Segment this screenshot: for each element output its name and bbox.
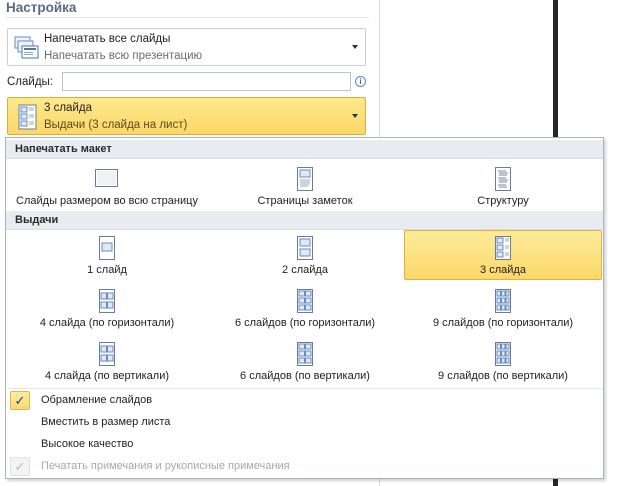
layout-gallery: Напечатать макет Слайды размером во всю … xyxy=(5,137,604,479)
gallery-item-handout-9v[interactable]: 9 слайдов (по вертикали) xyxy=(404,336,602,386)
gallery-item-label: 9 слайдов (по горизонтали) xyxy=(432,317,574,329)
option-label: Печатать примечания и рукописные примеча… xyxy=(41,460,290,472)
gallery-item-label: 9 слайдов (по вертикали) xyxy=(438,370,568,382)
gallery-item-handout-6v[interactable]: 6 слайдов (по вертикали) xyxy=(206,336,404,386)
gallery-item-handout-6h[interactable]: 6 слайдов (по горизонтали) xyxy=(206,283,404,333)
checkmark-icon: ✓ xyxy=(10,391,30,410)
gallery-item-label: 6 слайдов (по горизонтали) xyxy=(234,317,376,329)
chevron-down-icon xyxy=(352,45,358,49)
gallery-item-label: 4 слайда (по вертикали) xyxy=(44,370,170,382)
slides-input[interactable] xyxy=(62,72,351,91)
print-layout-title: 3 слайда xyxy=(44,102,92,114)
handout-6v-icon xyxy=(297,342,313,366)
section-print-layout: Напечатать макет xyxy=(6,140,603,159)
option-print-comments: ✓ Печатать примечания и рукописные приме… xyxy=(8,456,603,477)
option-label: Высокое качество xyxy=(41,438,134,450)
print-layout-subtitle: Выдачи (3 слайда на лист) xyxy=(44,119,188,131)
gallery-item-label: Слайды размером во всю страницу xyxy=(16,195,198,207)
gallery-item-label: 3 слайда xyxy=(480,264,526,276)
handout-6h-icon xyxy=(297,289,313,313)
section-handouts-label: Выдачи xyxy=(15,214,59,226)
info-icon[interactable]: i xyxy=(355,76,366,87)
settings-title: Настройка xyxy=(6,0,77,15)
handout-2-icon xyxy=(297,236,313,260)
option-label: Обрамление слайдов xyxy=(41,394,153,406)
option-scale-to-fit[interactable]: Вместить в размер листа xyxy=(8,412,603,433)
gallery-item-label: 2 слайда xyxy=(282,264,328,276)
print-range-subtitle: Напечатать всю презентацию xyxy=(44,50,203,62)
handout-4h-icon xyxy=(99,289,115,313)
notes-page-icon xyxy=(297,167,313,191)
checkmark-icon: ✓ xyxy=(10,457,30,476)
handout-4v-icon xyxy=(99,342,115,366)
print-layout-dropdown[interactable]: 3 слайда Выдачи (3 слайда на лист) xyxy=(7,97,366,135)
gallery-item-label: Страницы заметок xyxy=(257,195,353,207)
handout-1-icon xyxy=(99,236,115,260)
gallery-item-full-page-slides[interactable]: Слайды размером во всю страницу xyxy=(8,161,206,211)
gallery-item-notes-pages[interactable]: Страницы заметок xyxy=(206,161,404,211)
gallery-item-outline[interactable]: Структуру xyxy=(404,161,602,211)
gallery-item-handout-4h[interactable]: 4 слайда (по горизонтали) xyxy=(8,283,206,333)
gallery-item-handout-1[interactable]: 1 слайд xyxy=(8,230,206,280)
outline-icon xyxy=(495,167,511,191)
handout-3-slides-icon xyxy=(18,104,37,130)
slides-label: Слайды: xyxy=(7,76,54,88)
print-range-dropdown[interactable]: Напечатать все слайды Напечатать всю пре… xyxy=(7,28,366,66)
gallery-item-label: Структуру xyxy=(477,195,529,207)
gallery-item-handout-3[interactable]: 3 слайда xyxy=(404,230,602,280)
gallery-item-label: 4 слайда (по горизонтали) xyxy=(39,317,175,329)
option-label: Вместить в размер листа xyxy=(41,416,171,428)
gallery-item-handout-4v[interactable]: 4 слайда (по вертикали) xyxy=(8,336,206,386)
handout-9h-icon xyxy=(495,289,511,313)
handout-3-icon xyxy=(495,236,511,260)
section-handouts: Выдачи xyxy=(6,211,603,230)
title-divider xyxy=(6,17,369,18)
option-high-quality[interactable]: Высокое качество xyxy=(8,434,603,455)
print-range-title: Напечатать все слайды xyxy=(44,33,171,45)
gallery-item-handout-9h[interactable]: 9 слайдов (по горизонтали) xyxy=(404,283,602,333)
print-all-slides-icon xyxy=(14,36,39,59)
gallery-item-label: 1 слайд xyxy=(87,264,127,276)
gallery-item-label: 6 слайдов (по вертикали) xyxy=(240,370,370,382)
menu-separator xyxy=(8,388,603,389)
chevron-down-icon xyxy=(352,114,358,118)
section-print-layout-label: Напечатать макет xyxy=(15,143,112,155)
gallery-item-handout-2[interactable]: 2 слайда xyxy=(206,230,404,280)
handout-9v-icon xyxy=(495,342,511,366)
full-page-slide-icon xyxy=(95,169,118,187)
option-frame-slides[interactable]: ✓ Обрамление слайдов xyxy=(8,390,603,411)
